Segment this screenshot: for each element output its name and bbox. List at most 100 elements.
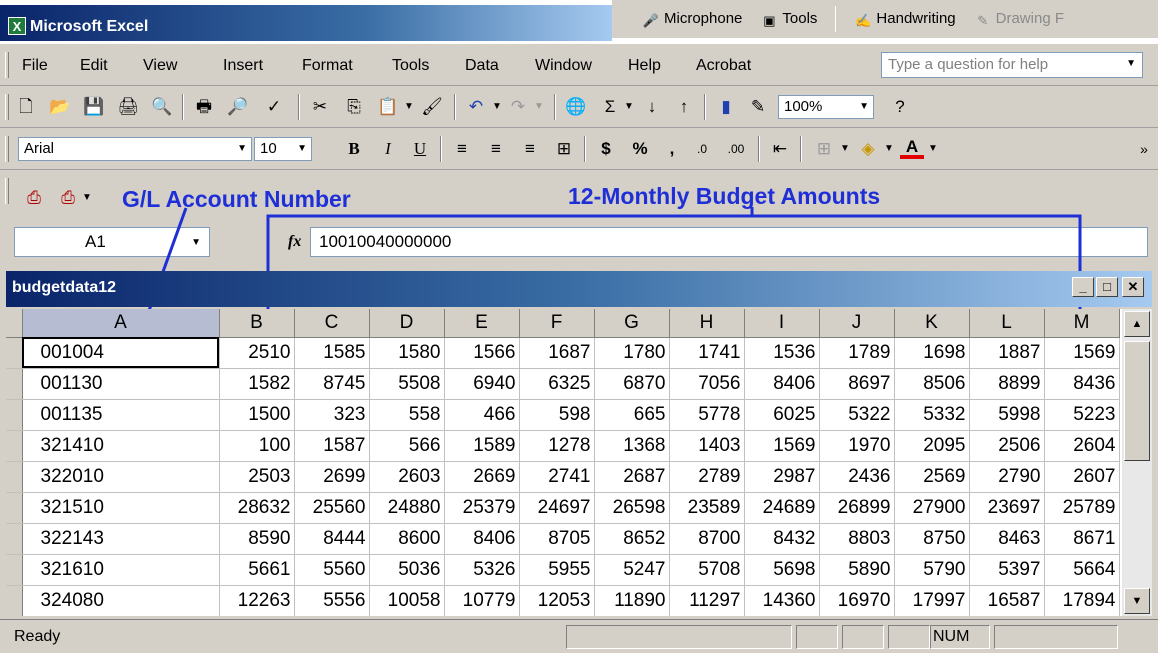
- chevron-down-icon[interactable]: ▼: [882, 137, 896, 161]
- print-preview-icon[interactable]: 🔎: [226, 95, 250, 119]
- budget-cell[interactable]: 598: [519, 399, 595, 431]
- budget-cell[interactable]: 5560: [294, 554, 370, 586]
- new-icon[interactable]: 🗋: [14, 95, 38, 119]
- decrease-decimal-icon[interactable]: .00: [724, 137, 748, 161]
- row-header[interactable]: [6, 554, 23, 586]
- percent-icon[interactable]: %: [628, 137, 652, 161]
- budget-cell[interactable]: 566: [369, 430, 445, 462]
- budget-cell[interactable]: 323: [294, 399, 370, 431]
- menu-view[interactable]: View: [143, 57, 177, 75]
- budget-cell[interactable]: 10779: [444, 585, 520, 616]
- budget-cell[interactable]: 100: [219, 430, 295, 462]
- budget-cell[interactable]: 8444: [294, 523, 370, 555]
- select-all-corner[interactable]: [6, 309, 23, 338]
- budget-cell[interactable]: 2569: [894, 461, 970, 493]
- budget-cell[interactable]: 2604: [1044, 430, 1120, 462]
- menu-data[interactable]: Data: [465, 57, 499, 75]
- chevron-down-icon[interactable]: ▼: [490, 95, 504, 119]
- budget-cell[interactable]: 17997: [894, 585, 970, 616]
- tools-button[interactable]: ▣ Tools: [760, 10, 817, 29]
- budget-cell[interactable]: 2669: [444, 461, 520, 493]
- column-header-k[interactable]: K: [894, 309, 970, 338]
- account-cell[interactable]: 321410: [22, 430, 220, 462]
- currency-icon[interactable]: $: [594, 137, 618, 161]
- budget-cell[interactable]: 8705: [519, 523, 595, 555]
- budget-cell[interactable]: 5247: [594, 554, 670, 586]
- column-header-e[interactable]: E: [444, 309, 520, 338]
- vertical-scrollbar[interactable]: ▲ ▼: [1122, 309, 1152, 616]
- budget-cell[interactable]: 5332: [894, 399, 970, 431]
- cut-icon[interactable]: ✂: [308, 95, 332, 119]
- decrease-indent-icon[interactable]: ⇤: [768, 137, 792, 161]
- menu-insert[interactable]: Insert: [223, 57, 263, 75]
- budget-cell[interactable]: 5708: [669, 554, 745, 586]
- chevron-down-icon[interactable]: ▼: [532, 95, 546, 119]
- chevron-down-icon[interactable]: ▼: [297, 143, 307, 154]
- budget-cell[interactable]: 16587: [969, 585, 1045, 616]
- budget-cell[interactable]: 1585: [294, 337, 370, 369]
- budget-cell[interactable]: 5698: [744, 554, 820, 586]
- account-cell[interactable]: 322010: [22, 461, 220, 493]
- menu-tools[interactable]: Tools: [392, 57, 429, 75]
- comma-icon[interactable]: ,: [660, 137, 684, 161]
- budget-cell[interactable]: 5326: [444, 554, 520, 586]
- account-cell[interactable]: 001135: [22, 399, 220, 431]
- help-search-input[interactable]: Type a question for help ▼: [881, 52, 1143, 78]
- budget-cell[interactable]: 6025: [744, 399, 820, 431]
- budget-cell[interactable]: 2789: [669, 461, 745, 493]
- column-header-d[interactable]: D: [369, 309, 445, 338]
- budget-cell[interactable]: 27900: [894, 492, 970, 524]
- budget-cell[interactable]: 2503: [219, 461, 295, 493]
- borders-icon[interactable]: ⊞: [812, 137, 836, 161]
- scroll-thumb[interactable]: [1124, 341, 1150, 461]
- budget-cell[interactable]: 1887: [969, 337, 1045, 369]
- font-select[interactable]: Arial ▼: [18, 137, 252, 161]
- redo-icon[interactable]: ↷: [506, 95, 530, 119]
- sort-ascending-icon[interactable]: ↓: [640, 95, 664, 119]
- column-header-h[interactable]: H: [669, 309, 745, 338]
- budget-cell[interactable]: 8590: [219, 523, 295, 555]
- budget-cell[interactable]: 2603: [369, 461, 445, 493]
- budget-cell[interactable]: 558: [369, 399, 445, 431]
- budget-cell[interactable]: 8803: [819, 523, 895, 555]
- sort-descending-icon[interactable]: ↑: [672, 95, 696, 119]
- budget-cell[interactable]: 5998: [969, 399, 1045, 431]
- chevron-down-icon[interactable]: ▼: [1126, 58, 1136, 69]
- account-cell[interactable]: 322143: [22, 523, 220, 555]
- scroll-up-icon[interactable]: ▲: [1124, 311, 1150, 337]
- menu-file[interactable]: File: [22, 57, 48, 75]
- budget-cell[interactable]: 1741: [669, 337, 745, 369]
- budget-cell[interactable]: 8745: [294, 368, 370, 400]
- fill-color-icon[interactable]: ◈: [856, 137, 880, 161]
- budget-cell[interactable]: 1278: [519, 430, 595, 462]
- budget-cell[interactable]: 12263: [219, 585, 295, 616]
- chevron-down-icon[interactable]: ▼: [191, 237, 201, 248]
- budget-cell[interactable]: 5661: [219, 554, 295, 586]
- column-header-c[interactable]: C: [294, 309, 370, 338]
- budget-cell[interactable]: 8697: [819, 368, 895, 400]
- budget-cell[interactable]: 24689: [744, 492, 820, 524]
- chevron-down-icon[interactable]: ▼: [838, 137, 852, 161]
- budget-cell[interactable]: 1536: [744, 337, 820, 369]
- budget-cell[interactable]: 8750: [894, 523, 970, 555]
- budget-cell[interactable]: 8652: [594, 523, 670, 555]
- budget-cell[interactable]: 2987: [744, 461, 820, 493]
- budget-cell[interactable]: 1587: [294, 430, 370, 462]
- autosum-icon[interactable]: Σ: [598, 95, 622, 119]
- chevron-down-icon[interactable]: ▼: [622, 95, 636, 119]
- budget-cell[interactable]: 1970: [819, 430, 895, 462]
- budget-cell[interactable]: 25789: [1044, 492, 1120, 524]
- budget-cell[interactable]: 1780: [594, 337, 670, 369]
- help-icon[interactable]: ?: [888, 95, 912, 119]
- drawing-pad-button[interactable]: ✎ Drawing F: [974, 10, 1064, 29]
- budget-cell[interactable]: 5955: [519, 554, 595, 586]
- chart-wizard-icon[interactable]: ▮: [714, 95, 738, 119]
- budget-cell[interactable]: 5664: [1044, 554, 1120, 586]
- menu-help[interactable]: Help: [628, 57, 661, 75]
- budget-cell[interactable]: 5778: [669, 399, 745, 431]
- font-size-select[interactable]: 10 ▼: [254, 137, 312, 161]
- budget-cell[interactable]: 8671: [1044, 523, 1120, 555]
- budget-cell[interactable]: 25379: [444, 492, 520, 524]
- budget-cell[interactable]: 12053: [519, 585, 595, 616]
- italic-icon[interactable]: I: [376, 137, 400, 161]
